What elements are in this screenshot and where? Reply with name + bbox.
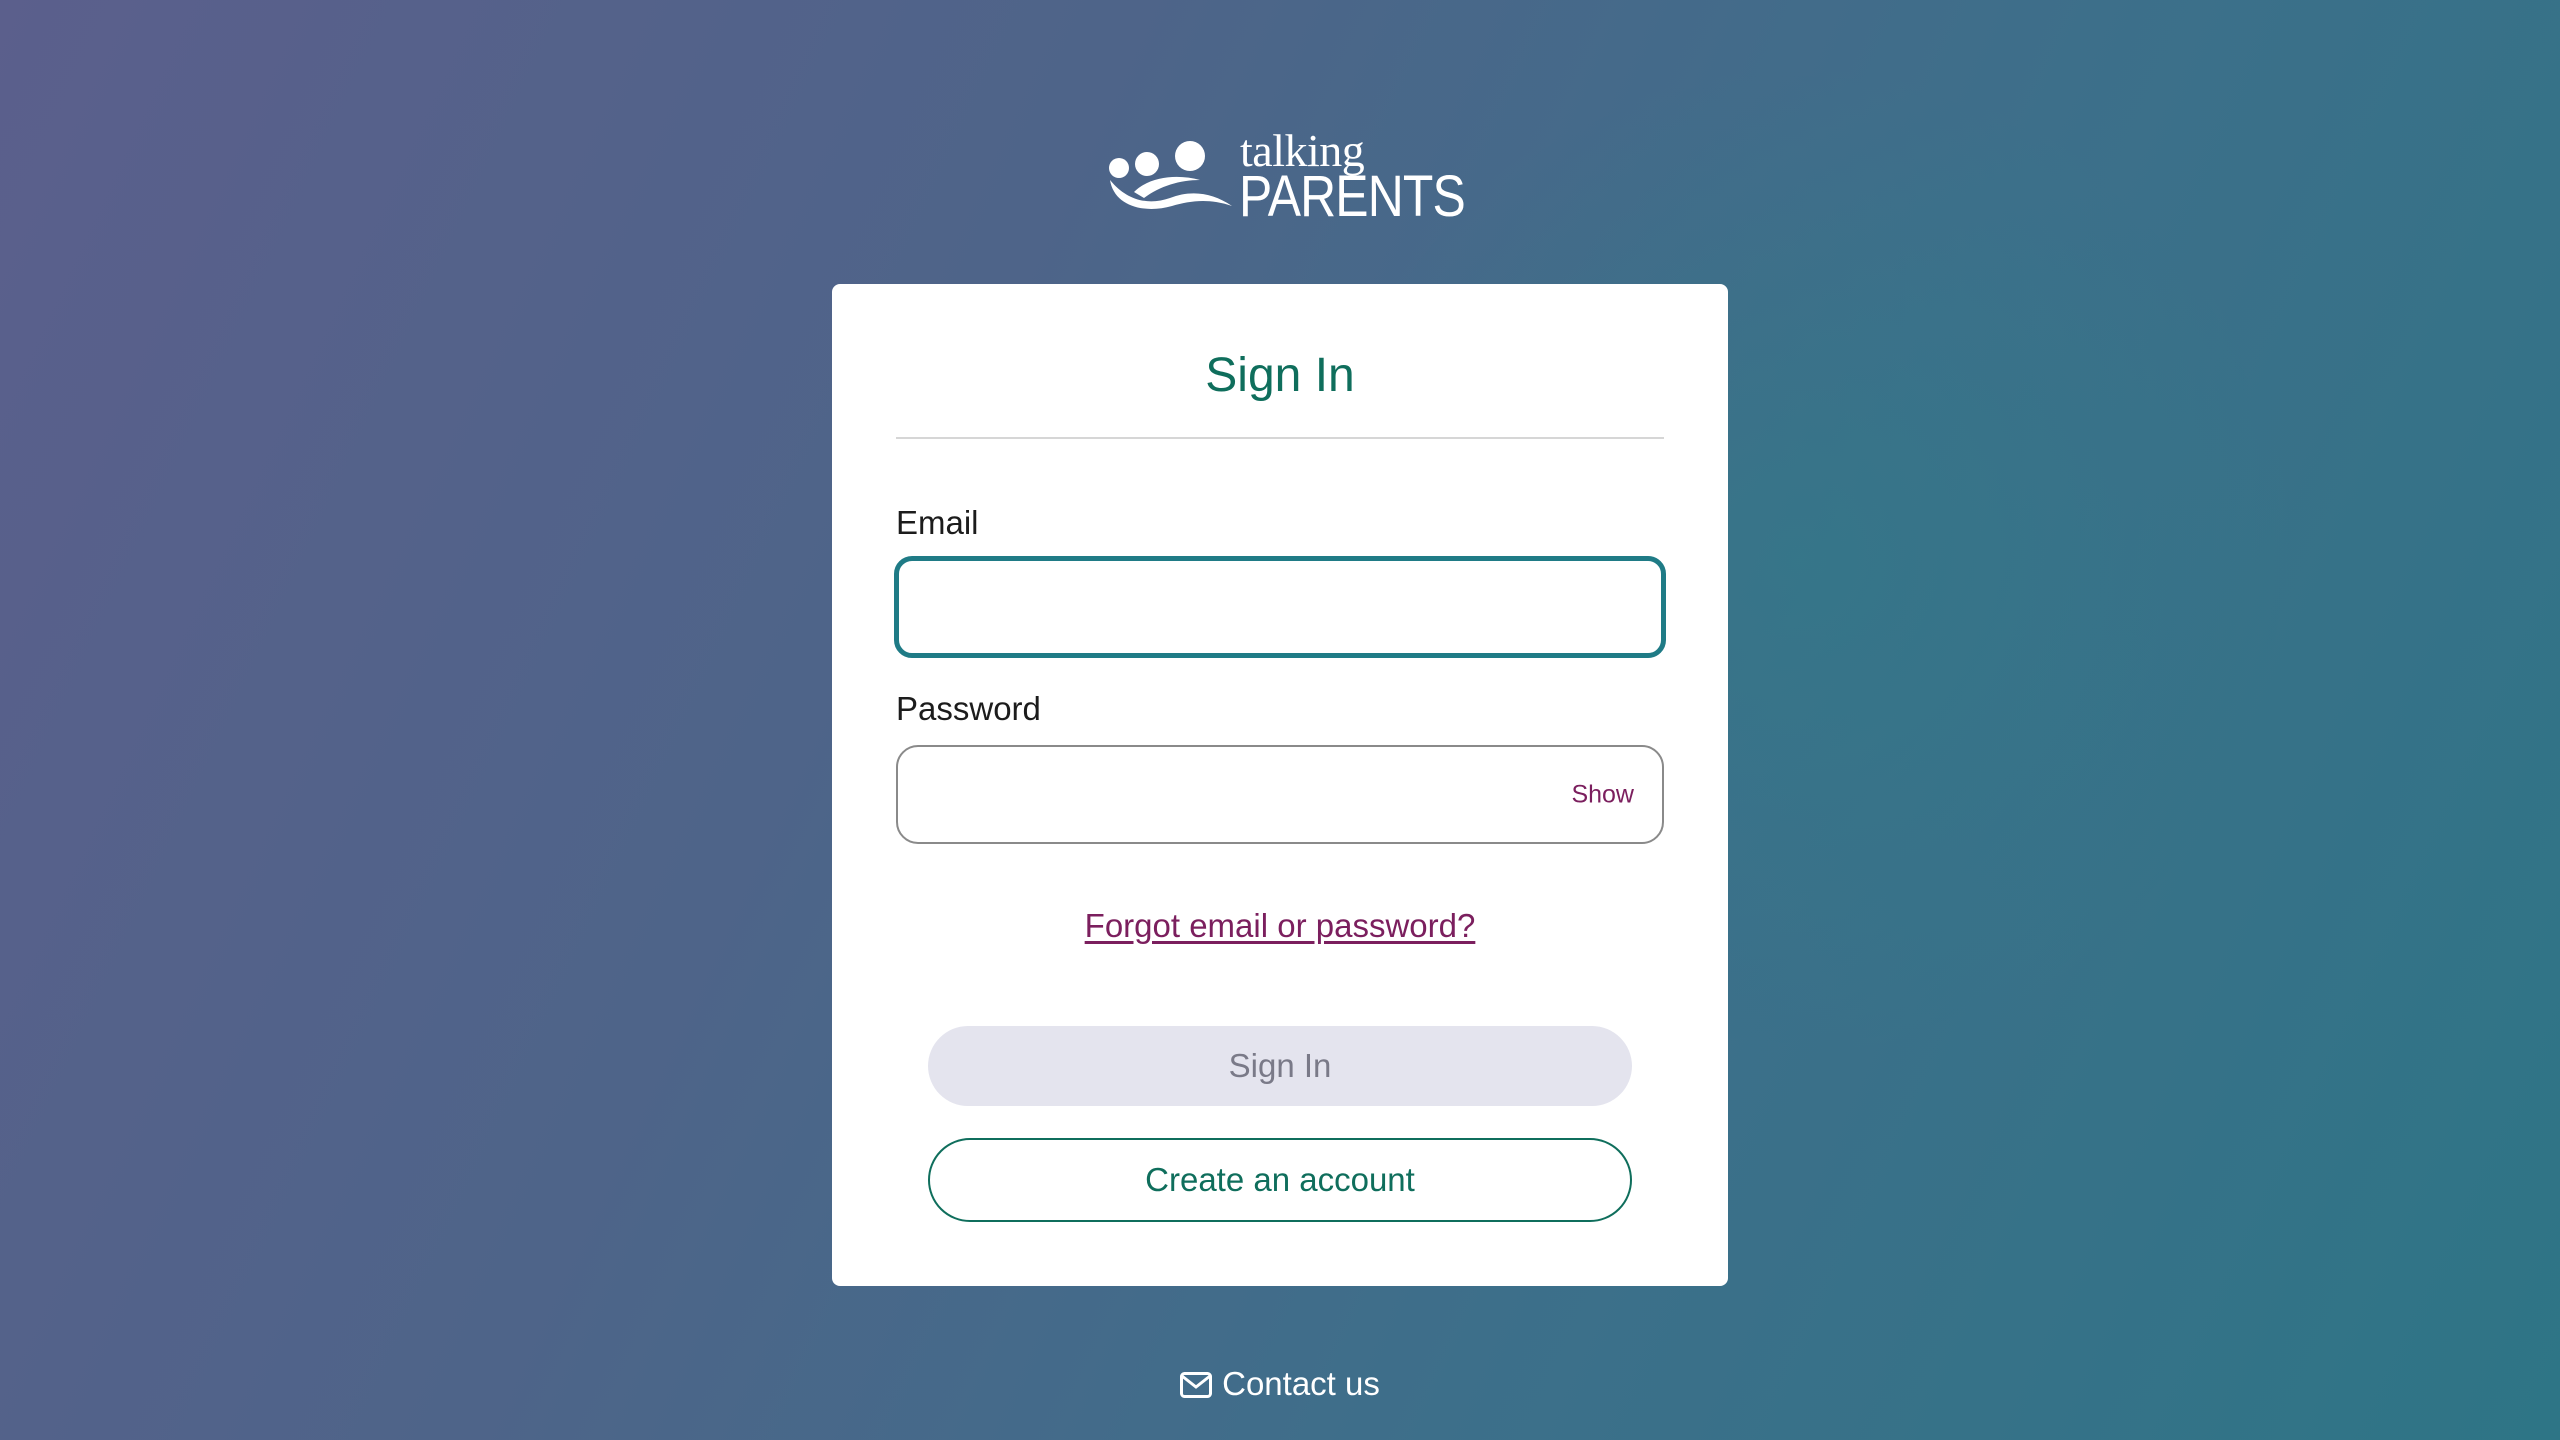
forgot-container: Forgot email or password?: [0, 904, 2560, 948]
forgot-credentials-link[interactable]: Forgot email or password?: [1085, 907, 1476, 944]
envelope-icon: [1180, 1365, 1213, 1409]
talking-parents-logo: talking PARENTS: [1104, 128, 1466, 226]
title-divider: [896, 437, 1664, 439]
people-icon: [1109, 141, 1232, 209]
show-password-button[interactable]: Show: [1571, 780, 1634, 809]
signin-button[interactable]: Sign In: [928, 1026, 1632, 1106]
email-field[interactable]: [894, 556, 1666, 658]
create-account-button[interactable]: Create an account: [928, 1138, 1632, 1222]
logo-text-parents: PARENTS: [1239, 164, 1466, 229]
password-field[interactable]: Show: [896, 745, 1664, 844]
email-label: Email: [896, 504, 979, 541]
contact-us-label: Contact us: [1222, 1365, 1380, 1402]
contact-us-link[interactable]: Contact us: [0, 1362, 2560, 1409]
password-label: Password: [896, 690, 1041, 727]
page-title: Sign In: [1205, 349, 1355, 402]
